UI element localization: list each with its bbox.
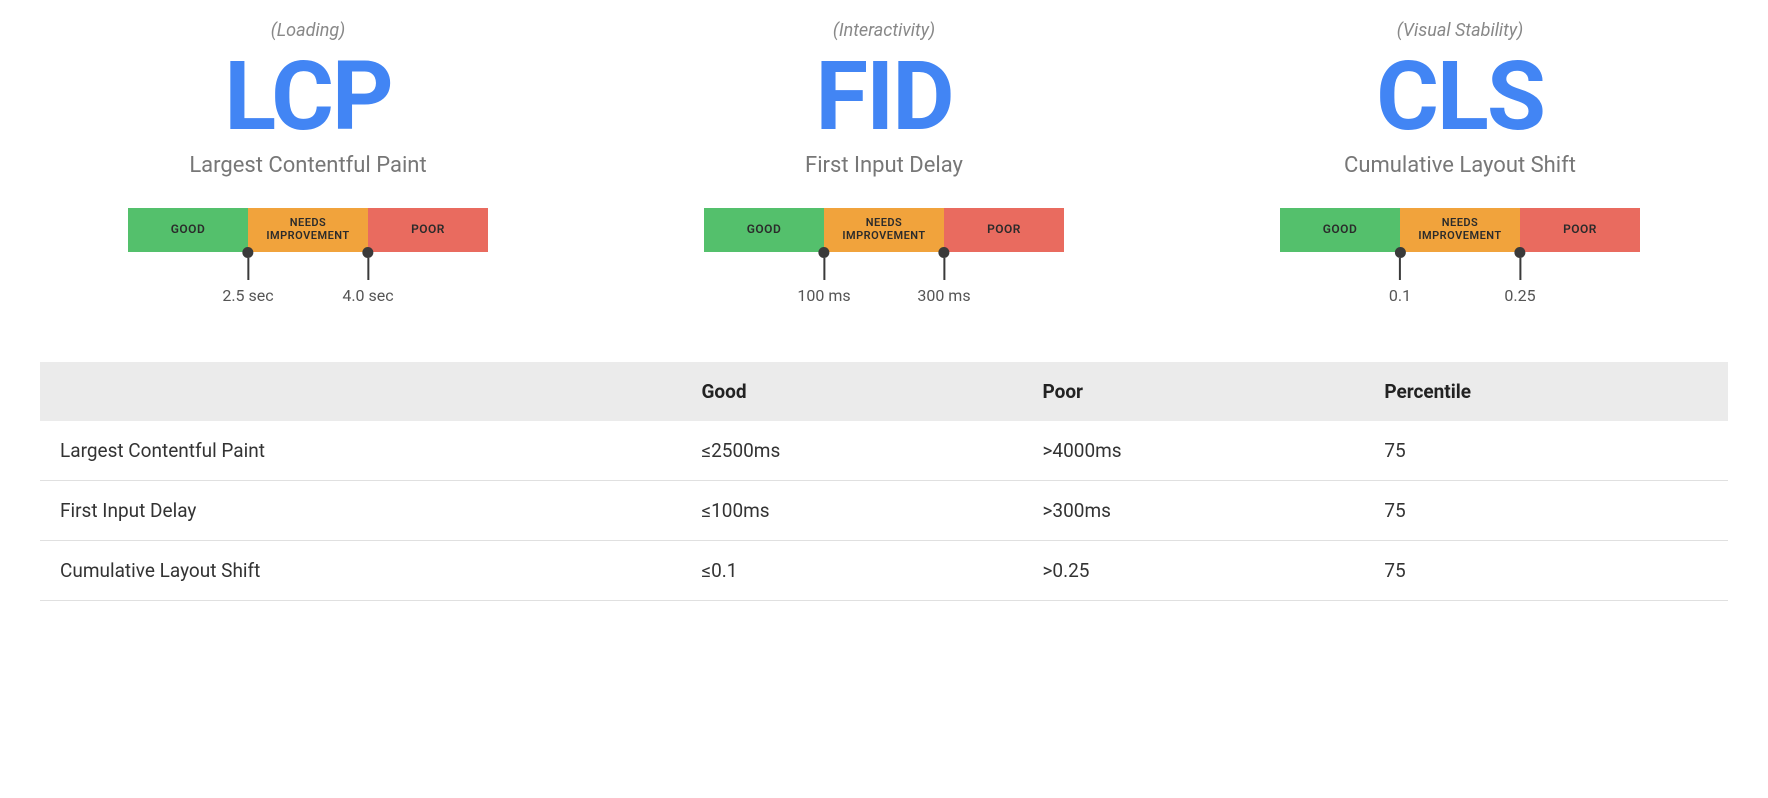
metric-fullname: Largest Contentful Paint xyxy=(78,153,538,178)
table-header-row: Good Poor Percentile xyxy=(40,362,1728,421)
threshold-marker-1: 2.5 sec xyxy=(222,247,273,305)
threshold-label: 0.1 xyxy=(1389,286,1411,305)
cell-good: ≤2500ms xyxy=(681,421,1022,481)
threshold-markers: 0.1 0.25 xyxy=(1280,252,1640,302)
cell-poor: >300ms xyxy=(1022,481,1364,541)
segment-poor: POOR xyxy=(1520,208,1640,252)
threshold-bar: GOOD NEEDS IMPROVEMENT POOR 0.1 0.25 xyxy=(1280,208,1640,302)
marker-line-icon xyxy=(943,258,945,280)
segment-good: GOOD xyxy=(1280,208,1400,252)
cell-percentile: 75 xyxy=(1364,421,1728,481)
threshold-marker-1: 0.1 xyxy=(1389,247,1411,305)
segment-needs-improvement: NEEDS IMPROVEMENT xyxy=(824,208,944,252)
segment-good: GOOD xyxy=(704,208,824,252)
marker-dot-icon xyxy=(362,247,373,258)
cell-good: ≤100ms xyxy=(681,481,1022,541)
category-label: (Interactivity) xyxy=(654,20,1114,41)
metric-card-fid: (Interactivity) FID First Input Delay GO… xyxy=(654,20,1114,302)
threshold-label: 100 ms xyxy=(797,286,850,305)
th-poor: Poor xyxy=(1022,362,1364,421)
threshold-marker-1: 100 ms xyxy=(797,247,850,305)
threshold-marker-2: 300 ms xyxy=(917,247,970,305)
metric-abbr: CLS xyxy=(1230,49,1690,145)
metric-fullname: Cumulative Layout Shift xyxy=(1230,153,1690,178)
metric-abbr: LCP xyxy=(78,49,538,145)
table-row: Largest Contentful Paint ≤2500ms >4000ms… xyxy=(40,421,1728,481)
table-row: First Input Delay ≤100ms >300ms 75 xyxy=(40,481,1728,541)
bar-segments: GOOD NEEDS IMPROVEMENT POOR xyxy=(1280,208,1640,252)
segment-good: GOOD xyxy=(128,208,248,252)
th-metric xyxy=(40,362,681,421)
marker-dot-icon xyxy=(1394,247,1405,258)
cell-metric: Cumulative Layout Shift xyxy=(40,541,681,601)
category-label: (Loading) xyxy=(78,20,538,41)
thresholds-table: Good Poor Percentile Largest Contentful … xyxy=(40,362,1728,601)
threshold-label: 300 ms xyxy=(917,286,970,305)
marker-line-icon xyxy=(823,258,825,280)
segment-needs-improvement: NEEDS IMPROVEMENT xyxy=(1400,208,1520,252)
threshold-label: 2.5 sec xyxy=(222,286,273,305)
bar-segments: GOOD NEEDS IMPROVEMENT POOR xyxy=(128,208,488,252)
cell-percentile: 75 xyxy=(1364,481,1728,541)
metric-card-cls: (Visual Stability) CLS Cumulative Layout… xyxy=(1230,20,1690,302)
marker-dot-icon xyxy=(242,247,253,258)
segment-poor: POOR xyxy=(368,208,488,252)
threshold-markers: 100 ms 300 ms xyxy=(704,252,1064,302)
threshold-bar: GOOD NEEDS IMPROVEMENT POOR 100 ms 300 m… xyxy=(704,208,1064,302)
threshold-label: 0.25 xyxy=(1504,286,1535,305)
threshold-marker-2: 0.25 xyxy=(1504,247,1535,305)
marker-dot-icon xyxy=(938,247,949,258)
cell-good: ≤0.1 xyxy=(681,541,1022,601)
marker-line-icon xyxy=(1519,258,1521,280)
marker-dot-icon xyxy=(1514,247,1525,258)
metrics-row: (Loading) LCP Largest Contentful Paint G… xyxy=(40,20,1728,302)
marker-dot-icon xyxy=(818,247,829,258)
th-percentile: Percentile xyxy=(1364,362,1728,421)
threshold-marker-2: 4.0 sec xyxy=(342,247,393,305)
metric-abbr: FID xyxy=(654,49,1114,145)
metric-fullname: First Input Delay xyxy=(654,153,1114,178)
metric-card-lcp: (Loading) LCP Largest Contentful Paint G… xyxy=(78,20,538,302)
segment-needs-improvement: NEEDS IMPROVEMENT xyxy=(248,208,368,252)
cell-poor: >0.25 xyxy=(1022,541,1364,601)
cell-poor: >4000ms xyxy=(1022,421,1364,481)
threshold-markers: 2.5 sec 4.0 sec xyxy=(128,252,488,302)
marker-line-icon xyxy=(1399,258,1401,280)
cell-percentile: 75 xyxy=(1364,541,1728,601)
segment-poor: POOR xyxy=(944,208,1064,252)
cell-metric: Largest Contentful Paint xyxy=(40,421,681,481)
bar-segments: GOOD NEEDS IMPROVEMENT POOR xyxy=(704,208,1064,252)
threshold-label: 4.0 sec xyxy=(342,286,393,305)
category-label: (Visual Stability) xyxy=(1230,20,1690,41)
threshold-bar: GOOD NEEDS IMPROVEMENT POOR 2.5 sec 4.0 … xyxy=(128,208,488,302)
marker-line-icon xyxy=(247,258,249,280)
table-row: Cumulative Layout Shift ≤0.1 >0.25 75 xyxy=(40,541,1728,601)
marker-line-icon xyxy=(367,258,369,280)
th-good: Good xyxy=(681,362,1022,421)
cell-metric: First Input Delay xyxy=(40,481,681,541)
